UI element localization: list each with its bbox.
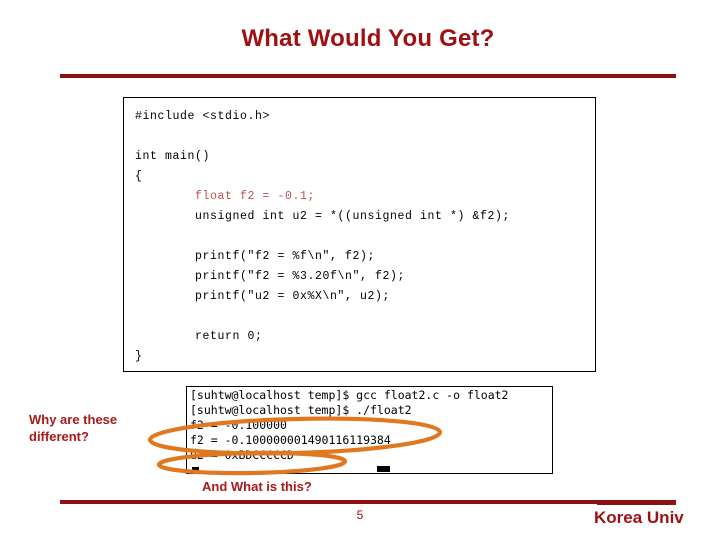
page-number: 5 xyxy=(356,508,364,522)
code-line: } xyxy=(135,350,143,363)
terminal-line: [suhtw@localhost temp]$ gcc float2.c -o … xyxy=(190,388,509,402)
slide: What Would You Get? #include <stdio.h> i… xyxy=(0,0,720,540)
code-line: int main() xyxy=(135,150,211,163)
brand-bar xyxy=(597,500,676,505)
code-block-content: #include <stdio.h> int main() { float f2 … xyxy=(135,107,510,367)
code-line: float f2 = -0.1; xyxy=(135,190,316,203)
code-line: #include <stdio.h> xyxy=(135,110,271,123)
terminal-output-content: [suhtw@localhost temp]$ gcc float2.c -o … xyxy=(190,388,509,463)
terminal-output-block: [suhtw@localhost temp]$ gcc float2.c -o … xyxy=(186,386,553,474)
code-line: return 0; xyxy=(135,330,263,343)
page-title: What Would You Get? xyxy=(241,25,495,52)
code-line: unsigned int u2 = *((unsigned int *) &f2… xyxy=(135,210,511,223)
terminal-line: u2 = 0xBDCCCCCD xyxy=(190,448,294,462)
title-divider xyxy=(60,74,676,78)
annotation-what-is-this: And What is this? xyxy=(202,479,312,494)
code-block: #include <stdio.h> int main() { float f2 … xyxy=(123,97,596,372)
footer-divider xyxy=(60,500,676,504)
terminal-line: f2 = -0.100000001490116119384 xyxy=(190,433,391,447)
terminal-line: [suhtw@localhost temp]$ ./float2 xyxy=(190,403,412,417)
code-line: printf("f2 = %f\n", f2); xyxy=(135,250,376,263)
terminal-prompt-mark xyxy=(192,467,199,471)
brand-label: Korea Univ xyxy=(594,508,684,527)
code-line: printf("u2 = 0x%X\n", u2); xyxy=(135,290,391,303)
terminal-line: f2 = -0.100000 xyxy=(190,418,287,432)
code-line: printf("f2 = %3.20f\n", f2); xyxy=(135,270,406,283)
annotation-why-different: Why are these different? xyxy=(29,412,118,444)
terminal-cursor-block xyxy=(377,466,390,472)
code-line: { xyxy=(135,170,143,183)
